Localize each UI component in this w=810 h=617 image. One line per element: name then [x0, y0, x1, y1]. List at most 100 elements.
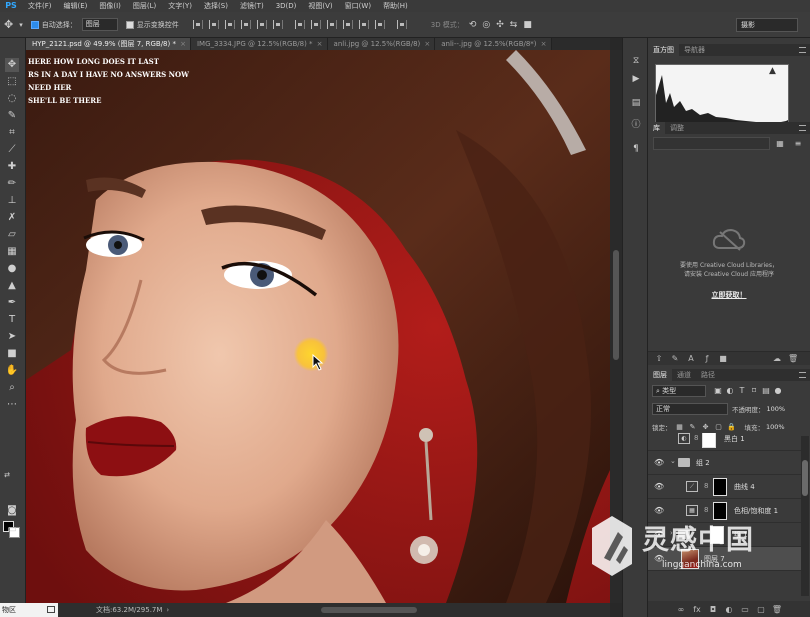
menu-file[interactable]: 文件(F): [22, 0, 58, 12]
close-icon[interactable]: ×: [317, 38, 323, 50]
chevron-right-icon[interactable]: ›: [166, 606, 169, 614]
fill-field[interactable]: 100%: [766, 423, 785, 431]
opacity-field[interactable]: 100%: [767, 405, 786, 413]
layer-row[interactable]: 👁 ⟋ 8 曲线 4: [648, 475, 802, 499]
lock-pixels-icon[interactable]: ✎: [688, 422, 698, 432]
filter-toggle-icon[interactable]: ●: [772, 385, 784, 397]
quick-mask-icon[interactable]: ◙: [5, 504, 19, 518]
lasso-tool-icon[interactable]: ◌: [5, 92, 19, 106]
tab-navigator[interactable]: 导航器: [679, 44, 710, 56]
layer-mask-thumb[interactable]: [713, 478, 727, 496]
brush-tool-icon[interactable]: ✏: [5, 177, 19, 191]
tab-document-2[interactable]: IMG_3334.JPG @ 12.5%(RGB/8) * ×: [190, 38, 328, 50]
layer-mask-thumb[interactable]: [702, 433, 716, 448]
menu-view[interactable]: 视图(V): [302, 0, 338, 12]
fx-icon[interactable]: fx: [689, 605, 705, 614]
filter-pixel-icon[interactable]: ▣: [712, 385, 724, 397]
lock-artboard-icon[interactable]: ▢: [714, 422, 724, 432]
paragraph-icon[interactable]: ¶: [629, 142, 643, 156]
restore-icon[interactable]: [47, 606, 55, 613]
filter-smart-object-icon[interactable]: ▤: [760, 385, 772, 397]
canvas-horizontal-scrollbar[interactable]: [321, 607, 417, 613]
close-icon[interactable]: ×: [424, 38, 430, 50]
distribute-vcenter-icon[interactable]: [310, 20, 321, 29]
auto-select-dropdown[interactable]: 图层: [81, 18, 118, 31]
chevron-down-icon[interactable]: ▾: [19, 21, 23, 29]
hand-tool-icon[interactable]: ✋: [5, 364, 19, 378]
menu-image[interactable]: 图像(I): [93, 0, 127, 12]
auto-align-icon[interactable]: [396, 20, 407, 29]
tab-document-4[interactable]: anli--.jpg @ 12.5%(RGB/8*) ×: [435, 38, 552, 50]
gradient-tool-icon[interactable]: ▦: [5, 245, 19, 259]
eyedropper-tool-icon[interactable]: ⟋: [5, 143, 19, 157]
move-tool-icon[interactable]: ✥: [4, 18, 13, 31]
chevron-down-icon[interactable]: ⌄: [670, 457, 676, 465]
warning-icon[interactable]: ▲: [769, 66, 776, 76]
tab-adjustments[interactable]: 调整: [665, 122, 689, 134]
fx-icon[interactable]: ƒ: [702, 354, 712, 364]
grid-view-icon[interactable]: ▦: [775, 139, 785, 149]
3d-slide-icon[interactable]: ⇆: [510, 20, 518, 30]
menu-select[interactable]: 选择(S): [198, 0, 234, 12]
align-vcenter-icon[interactable]: [208, 20, 219, 29]
play-actions-icon[interactable]: ▶: [629, 72, 643, 86]
trash-icon[interactable]: 🗑: [769, 605, 785, 614]
align-left-icon[interactable]: [240, 20, 251, 29]
tab-channels[interactable]: 通道: [672, 369, 696, 381]
history-brush-tool-icon[interactable]: ✗: [5, 211, 19, 225]
menu-3d[interactable]: 3D(D): [270, 0, 303, 12]
tab-libraries[interactable]: 库: [648, 122, 665, 134]
filter-adjustment-icon[interactable]: ◐: [724, 385, 736, 397]
auto-select-checkbox[interactable]: [30, 20, 39, 29]
move-tool-icon[interactable]: ✥: [5, 58, 19, 72]
distribute-bottom-icon[interactable]: [326, 20, 337, 29]
add-mask-icon[interactable]: ◘: [705, 605, 721, 614]
more-tools-icon[interactable]: ⋯: [5, 398, 19, 412]
library-dropdown[interactable]: [653, 137, 770, 150]
dodge-tool-icon[interactable]: ▲: [5, 279, 19, 293]
tab-document-1[interactable]: HYP_2121.psd @ 49.9% (图层 7, RGB/8) * ×: [26, 38, 191, 50]
link-layers-icon[interactable]: ∞: [673, 605, 689, 614]
menu-help[interactable]: 帮助(H): [377, 0, 414, 12]
quick-select-tool-icon[interactable]: ✎: [5, 109, 19, 123]
close-icon[interactable]: ×: [180, 38, 186, 50]
3d-pan-icon[interactable]: ✣: [496, 20, 504, 30]
panel-menu-icon[interactable]: [799, 372, 806, 378]
upload-icon[interactable]: ⇧: [654, 354, 664, 364]
eye-icon[interactable]: 👁: [654, 482, 664, 492]
layer-row[interactable]: 👁 ⌄ 组 2: [648, 451, 802, 475]
trash-icon[interactable]: 🗑: [788, 354, 798, 364]
brush-icon[interactable]: ✎: [670, 354, 680, 364]
layers-scrollbar[interactable]: [801, 436, 809, 596]
adjustment-layer-icon[interactable]: ◐: [721, 605, 737, 614]
eraser-tool-icon[interactable]: ▱: [5, 228, 19, 242]
properties-icon[interactable]: ▤: [629, 96, 643, 110]
distribute-top-icon[interactable]: [294, 20, 305, 29]
document-canvas[interactable]: HERE HOW LONG DOES IT LAST RS IN A DAY I…: [26, 50, 610, 603]
menu-filter[interactable]: 滤镜(T): [234, 0, 270, 12]
3d-rotate-icon[interactable]: ⟲: [469, 20, 477, 30]
align-top-icon[interactable]: [192, 20, 203, 29]
tab-layers[interactable]: 图层: [648, 369, 672, 381]
scrollbar-thumb[interactable]: [802, 460, 808, 496]
lock-transparent-icon[interactable]: ▦: [675, 422, 685, 432]
menu-layer[interactable]: 图层(L): [127, 0, 162, 12]
show-transform-checkbox[interactable]: [125, 20, 134, 29]
eye-icon[interactable]: 👁: [654, 458, 664, 468]
tab-paths[interactable]: 路径: [696, 369, 720, 381]
blend-mode-dropdown[interactable]: 正常: [652, 402, 728, 415]
zoom-tool-icon[interactable]: ⌕: [5, 381, 19, 395]
lock-position-icon[interactable]: ✥: [701, 422, 711, 432]
path-selection-tool-icon[interactable]: ➤: [5, 330, 19, 344]
distribute-right-icon[interactable]: [374, 20, 385, 29]
history-icon[interactable]: ⧖: [629, 54, 643, 68]
text-icon[interactable]: A: [686, 354, 696, 364]
distribute-hcenter-icon[interactable]: [358, 20, 369, 29]
align-right-icon[interactable]: [272, 20, 283, 29]
layer-row[interactable]: ◐ 8 黑白 1: [648, 433, 802, 451]
align-bottom-icon[interactable]: [224, 20, 235, 29]
distribute-left-icon[interactable]: [342, 20, 353, 29]
clone-stamp-tool-icon[interactable]: ⊥: [5, 194, 19, 208]
get-now-link[interactable]: 立即获取！: [648, 290, 810, 300]
screen-mode-icon[interactable]: ▭: [5, 523, 19, 537]
